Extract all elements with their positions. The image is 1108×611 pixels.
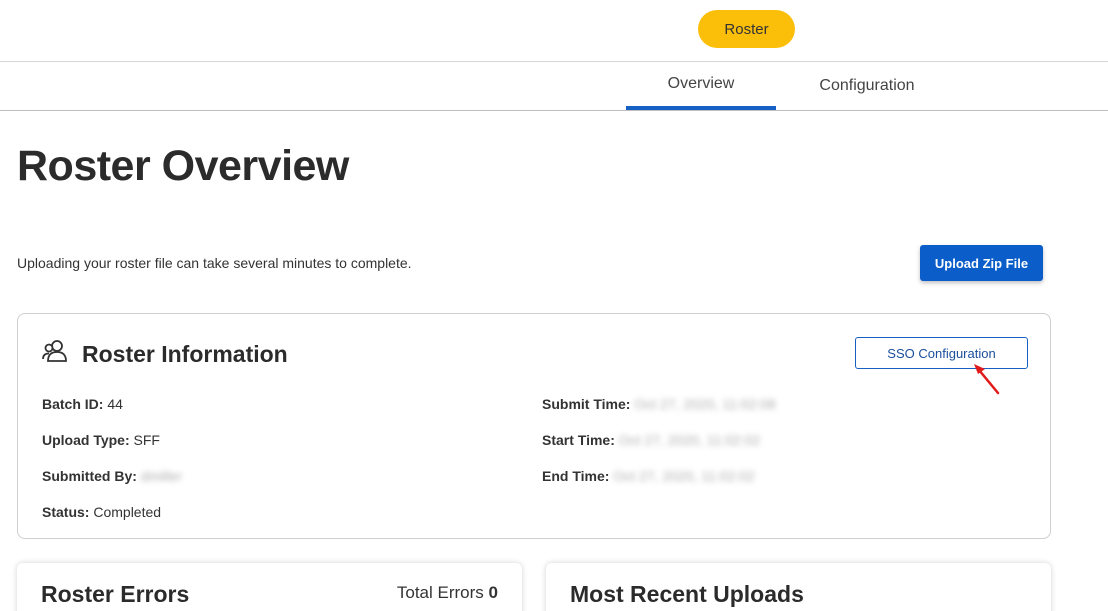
end-time-value: Oct 27, 2020, 11:02:02: [613, 468, 755, 484]
start-time-field: Start Time: Oct 27, 2020, 11:02:02: [542, 432, 760, 448]
tab-overview[interactable]: Overview: [626, 62, 776, 110]
batch-id-label: Batch ID:: [42, 396, 104, 412]
batch-id-value: 44: [107, 396, 123, 412]
status-value: Completed: [93, 504, 162, 520]
submitted-by-label: Submitted By:: [42, 468, 137, 484]
most-recent-uploads-title: Most Recent Uploads: [570, 581, 804, 607]
submitted-by-value: dmiller: [140, 468, 183, 484]
upload-type-field: Upload Type: SFF: [42, 432, 160, 448]
roster-information-card: Roster Information SSO Configuration Bat…: [17, 313, 1051, 539]
users-icon: [42, 340, 67, 362]
submit-time-label: Submit Time:: [542, 396, 631, 412]
total-errors-label: Total Errors: [396, 583, 484, 602]
start-time-label: Start Time:: [542, 432, 615, 448]
upload-type-label: Upload Type:: [42, 432, 130, 448]
submit-time-value: Oct 27, 2020, 11:02:08: [634, 396, 776, 412]
end-time-field: End Time: Oct 27, 2020, 11:02:02: [542, 468, 755, 484]
status-label: Status:: [42, 504, 90, 520]
upload-zip-file-button[interactable]: Upload Zip File: [920, 245, 1043, 281]
upload-type-value: SFF: [133, 432, 160, 448]
most-recent-uploads-card: Most Recent Uploads: [546, 563, 1051, 611]
end-time-label: End Time:: [542, 468, 610, 484]
submit-time-field: Submit Time: Oct 27, 2020, 11:02:08: [542, 396, 776, 412]
roster-errors-card: Roster Errors Total Errors 0: [17, 563, 522, 611]
total-errors: Total Errors 0: [397, 583, 498, 603]
tab-bar: Overview Configuration: [0, 62, 1108, 111]
upload-intro-text: Uploading your roster file can take seve…: [17, 255, 412, 271]
top-bar: Roster: [0, 0, 1108, 62]
roster-information-title: Roster Information: [82, 341, 288, 367]
page-title: Roster Overview: [17, 142, 349, 190]
status-field: Status: Completed: [42, 504, 161, 520]
batch-id-field: Batch ID: 44: [42, 396, 123, 412]
annotation-arrow-icon: [974, 364, 1000, 395]
submitted-by-field: Submitted By: dmiller: [42, 468, 182, 484]
start-time-value: Oct 27, 2020, 11:02:02: [618, 432, 761, 448]
roster-errors-title: Roster Errors: [41, 581, 190, 607]
total-errors-value: 0: [488, 583, 498, 602]
tab-configuration[interactable]: Configuration: [790, 62, 944, 110]
roster-module-button[interactable]: Roster: [698, 10, 795, 48]
